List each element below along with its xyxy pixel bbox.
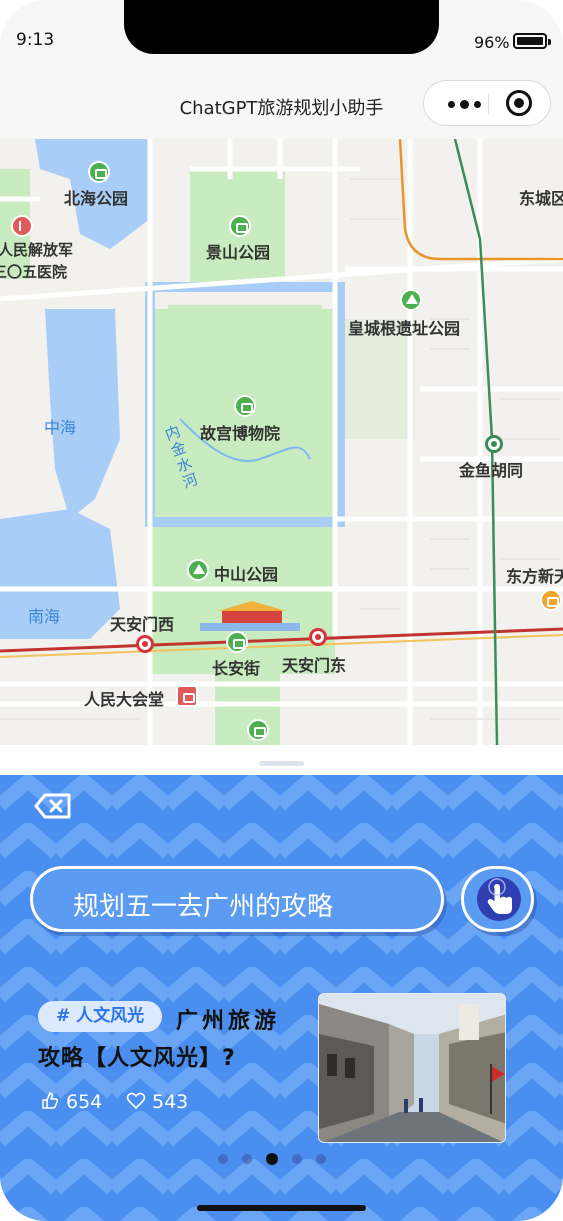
battery-icon	[513, 33, 551, 49]
map-label-hospital-1[interactable]: 人民解放军	[0, 239, 73, 260]
tap-hand-icon	[477, 877, 521, 921]
drag-handle[interactable]	[259, 761, 304, 766]
metro-station-icon[interactable]	[136, 635, 154, 653]
assistant-panel: 规划五一去广州的攻略 # 人文风光 广州旅游 攻略【人文风光】? 654 543	[0, 775, 563, 1221]
map-label-zhonghai[interactable]: 中海	[44, 414, 76, 438]
battery-percent: 96%	[474, 33, 510, 52]
attraction-icon[interactable]	[247, 719, 269, 741]
clear-input-icon[interactable]	[34, 793, 72, 819]
status-time: 9:13	[16, 30, 55, 50]
metro-station-icon[interactable]	[485, 435, 503, 453]
map-label-zhongshan[interactable]: 中山公园	[214, 561, 278, 585]
card-title-line-2[interactable]: 攻略【人文风光】?	[38, 1040, 236, 1072]
shopping-icon[interactable]	[540, 589, 562, 611]
map-label-gugong[interactable]: 故宫博物院	[200, 420, 280, 444]
view-count: 654	[40, 1091, 102, 1113]
metro-station-icon[interactable]	[309, 628, 327, 646]
map-label-dahuitang[interactable]: 人民大会堂	[84, 686, 164, 710]
map-label-nanhai[interactable]: 南海	[28, 603, 60, 627]
map-label-jinyu[interactable]: 金鱼胡同	[459, 457, 523, 481]
map-label-dongfang[interactable]: 东方新天	[506, 563, 563, 587]
prompt-input[interactable]: 规划五一去广州的攻略	[30, 866, 444, 932]
attraction-icon[interactable]	[234, 395, 256, 417]
landmark-icon[interactable]	[176, 685, 198, 707]
map-label-beihai[interactable]: 北海公园	[64, 185, 128, 209]
card-thumbnail[interactable]	[318, 993, 506, 1143]
map-label-hospital-2[interactable]: 三〇五医院	[0, 261, 67, 282]
like-count[interactable]: 543	[126, 1091, 188, 1113]
map-label-dongcheng[interactable]: 东城区	[519, 185, 563, 209]
send-button[interactable]	[461, 866, 534, 932]
capsule-divider	[488, 93, 489, 115]
status-bar: 9:13 96%	[0, 0, 563, 72]
notch	[124, 0, 439, 54]
close-target-icon[interactable]	[506, 90, 532, 116]
category-tag[interactable]: # 人文风光	[38, 1001, 163, 1032]
page-dot[interactable]	[218, 1154, 228, 1164]
attraction-icon[interactable]	[226, 631, 248, 653]
heart-icon	[126, 1092, 146, 1109]
attraction-icon[interactable]	[229, 215, 251, 237]
more-icon[interactable]	[438, 89, 490, 119]
map-label-jingshan[interactable]: 景山公园	[206, 239, 270, 263]
carousel-pagination[interactable]	[218, 1153, 326, 1165]
page-dot-active[interactable]	[266, 1153, 278, 1165]
page-dot[interactable]	[316, 1154, 326, 1164]
miniprogram-capsule	[423, 80, 551, 126]
page-dot[interactable]	[242, 1154, 252, 1164]
view-count-value: 654	[66, 1091, 103, 1113]
map-label-tiananmen-west[interactable]: 天安门西	[110, 611, 174, 635]
map-label-huangcheng[interactable]: 皇城根遗址公园	[348, 315, 460, 339]
map-label-tiananmen-east[interactable]: 天安门东	[282, 652, 346, 676]
hospital-icon[interactable]	[11, 215, 33, 237]
attraction-icon[interactable]	[88, 161, 110, 183]
card-title-line-1[interactable]: 广州旅游	[176, 1003, 280, 1035]
thumb-icon	[42, 1092, 59, 1109]
page-dot[interactable]	[292, 1154, 302, 1164]
phone-screen: 9:13 96% ChatGPT旅游规划小助手 北海公园 景山公园 东城区 人民…	[0, 0, 563, 1221]
bottom-sheet: 规划五一去广州的攻略 # 人文风光 广州旅游 攻略【人文风光】? 654 543	[0, 745, 563, 1221]
sheet-header[interactable]	[0, 745, 563, 775]
map-view[interactable]: 北海公园 景山公园 东城区 人民解放军 三〇五医院 皇城根遗址公园 中海 故宫博…	[0, 139, 563, 745]
nav-bar: ChatGPT旅游规划小助手	[0, 72, 563, 139]
prompt-input-text: 规划五一去广州的攻略	[73, 892, 334, 922]
park-tree-icon[interactable]	[187, 559, 209, 581]
park-tree-icon[interactable]	[400, 289, 422, 311]
like-count-value: 543	[152, 1091, 189, 1113]
home-indicator	[197, 1205, 366, 1211]
map-label-changan[interactable]: 长安街	[212, 655, 260, 679]
